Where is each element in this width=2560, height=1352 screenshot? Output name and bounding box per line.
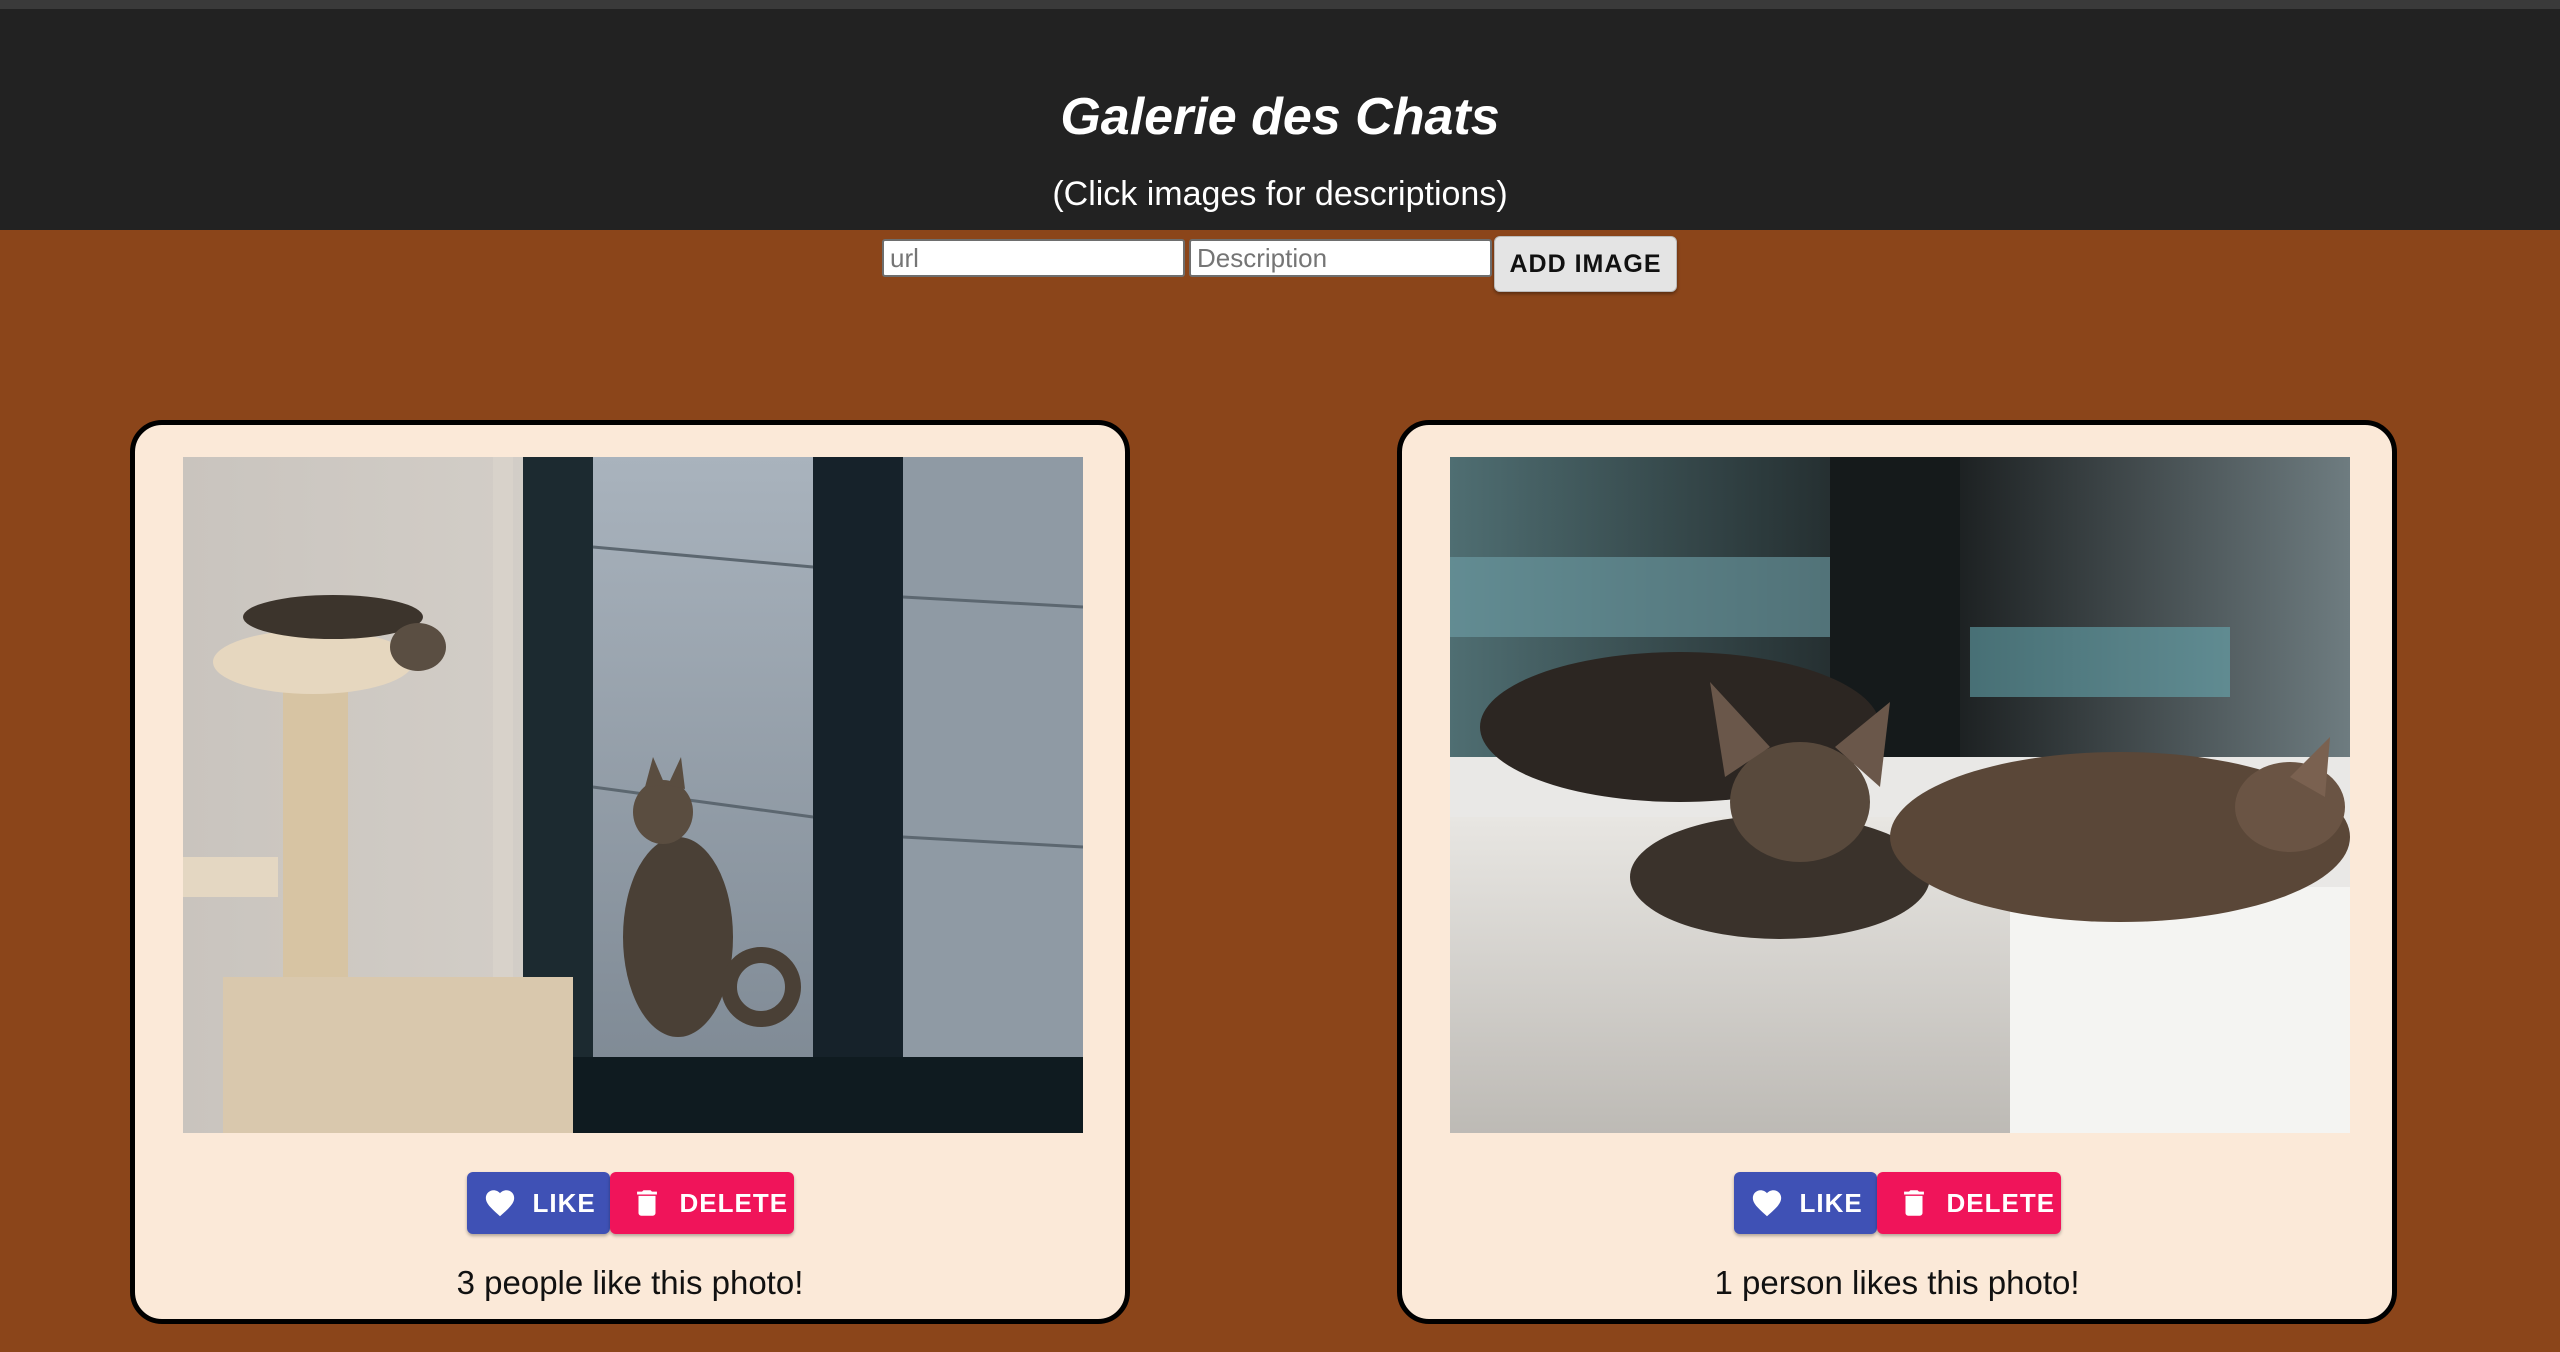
delete-label: DELETE [1946,1187,2056,1218]
window-top-border [0,0,2560,9]
like-button[interactable]: LIKE [466,1172,610,1234]
cat-photo[interactable] [1450,457,2350,1133]
trash-icon [1897,1186,1931,1220]
delete-button[interactable]: DELETE [1876,1172,2061,1234]
heart-icon [1750,1186,1784,1220]
likes-count-text: 1 person likes this photo! [1714,1264,2080,1301]
page-title: Galerie des Chats [1060,88,1500,146]
delete-button[interactable]: DELETE [609,1172,794,1234]
like-label: LIKE [532,1187,596,1218]
cat-card: LIKE DELETE 1 person likes this photo! [1397,420,2397,1324]
cat-card: LIKE DELETE 3 people like this photo! [130,420,1130,1324]
cat-photo[interactable] [183,457,1083,1133]
card-actions: LIKE DELETE [1402,1172,2392,1234]
like-label: LIKE [1799,1187,1863,1218]
url-input[interactable] [882,239,1185,277]
delete-label: DELETE [679,1187,789,1218]
description-input[interactable] [1189,239,1492,277]
page-header: Galerie des Chats (Click images for desc… [0,9,2560,230]
page-subtitle: (Click images for descriptions) [1052,175,1508,213]
like-button[interactable]: LIKE [1733,1172,1877,1234]
heart-icon [483,1186,517,1220]
trash-icon [630,1186,664,1220]
add-image-button[interactable]: ADD IMAGE [1494,236,1677,292]
likes-count-text: 3 people like this photo! [456,1264,804,1301]
add-image-form: ADD IMAGE [0,236,2560,292]
card-actions: LIKE DELETE [135,1172,1125,1234]
